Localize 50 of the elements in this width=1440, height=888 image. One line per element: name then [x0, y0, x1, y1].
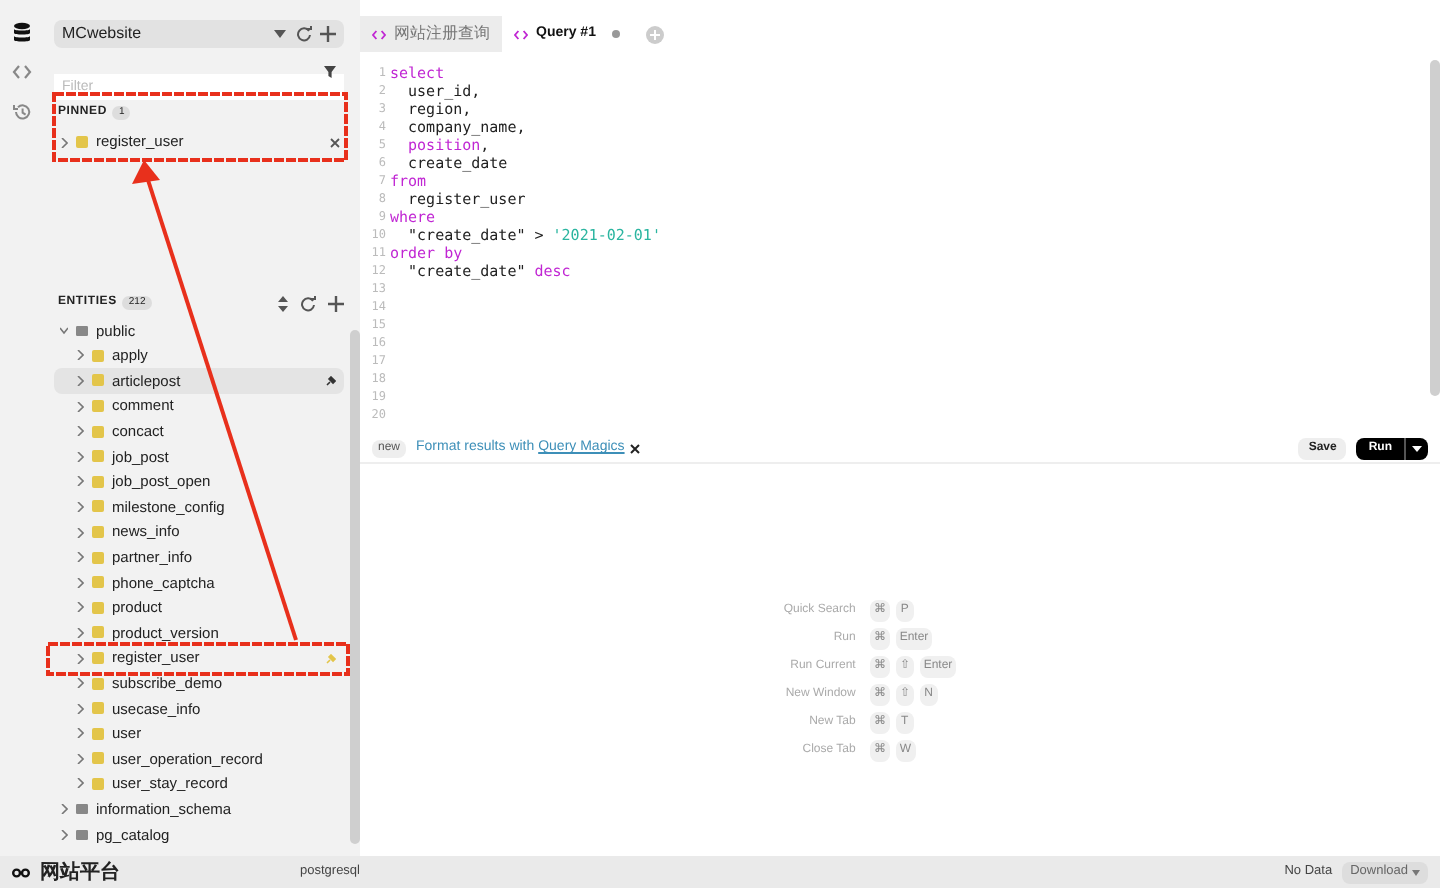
chevron-icon[interactable]: [76, 451, 84, 462]
caret-icon: [1412, 869, 1420, 875]
chevron-icon[interactable]: [76, 753, 84, 764]
close-icon[interactable]: [630, 444, 641, 454]
schema-icon: [76, 325, 88, 336]
schema-icon: [76, 804, 88, 815]
workspace-name[interactable]: 网站平台: [40, 857, 300, 887]
refresh-icon[interactable]: [296, 26, 312, 42]
code-icon: [372, 29, 386, 39]
chevron-icon[interactable]: [76, 501, 84, 512]
chevron-icon[interactable]: [60, 325, 68, 336]
chevron-icon[interactable]: [76, 375, 84, 386]
chevron-icon[interactable]: [60, 137, 68, 147]
chevron-icon[interactable]: [76, 577, 84, 588]
chevron-icon[interactable]: [76, 627, 84, 638]
refresh-icon[interactable]: [300, 295, 316, 311]
scrollbar[interactable]: [1430, 60, 1440, 396]
tab[interactable]: 网站注册查询: [360, 16, 502, 52]
scrollbar[interactable]: [350, 330, 360, 844]
connection-name: MCwebsite: [62, 22, 144, 46]
chevron-icon[interactable]: [76, 728, 84, 739]
pin-icon[interactable]: [326, 375, 336, 386]
infinity-logo-icon: [12, 867, 30, 877]
chevron-icon[interactable]: [76, 426, 84, 437]
caret-icon: [274, 30, 286, 38]
chevron-icon[interactable]: [60, 804, 68, 815]
close-icon[interactable]: [330, 137, 340, 147]
chevron-icon[interactable]: [76, 678, 84, 689]
chevron-icon[interactable]: [76, 552, 84, 563]
caret-icon[interactable]: [1412, 446, 1422, 452]
database-icon[interactable]: [12, 22, 32, 42]
chevron-icon[interactable]: [76, 527, 84, 538]
chevron-icon[interactable]: [76, 778, 84, 789]
chevron-icon[interactable]: [76, 703, 84, 714]
chevron-icon[interactable]: [76, 653, 84, 664]
chevron-icon[interactable]: [76, 602, 84, 613]
plus-icon: [649, 29, 660, 39]
chevron-icon[interactable]: [60, 829, 68, 840]
chevron-icon[interactable]: [76, 401, 84, 412]
plus-icon[interactable]: [320, 26, 336, 42]
connection-select[interactable]: MCwebsite: [54, 20, 344, 48]
code-icon: [514, 29, 528, 39]
code-icon[interactable]: [12, 62, 32, 82]
schema-icon: [76, 829, 88, 840]
sort-icon[interactable]: [278, 295, 288, 311]
chevron-icon[interactable]: [76, 476, 84, 487]
table-icon: [76, 136, 88, 148]
chevron-icon[interactable]: [76, 350, 84, 361]
plus-icon[interactable]: [328, 295, 344, 311]
history-icon[interactable]: [12, 102, 32, 122]
